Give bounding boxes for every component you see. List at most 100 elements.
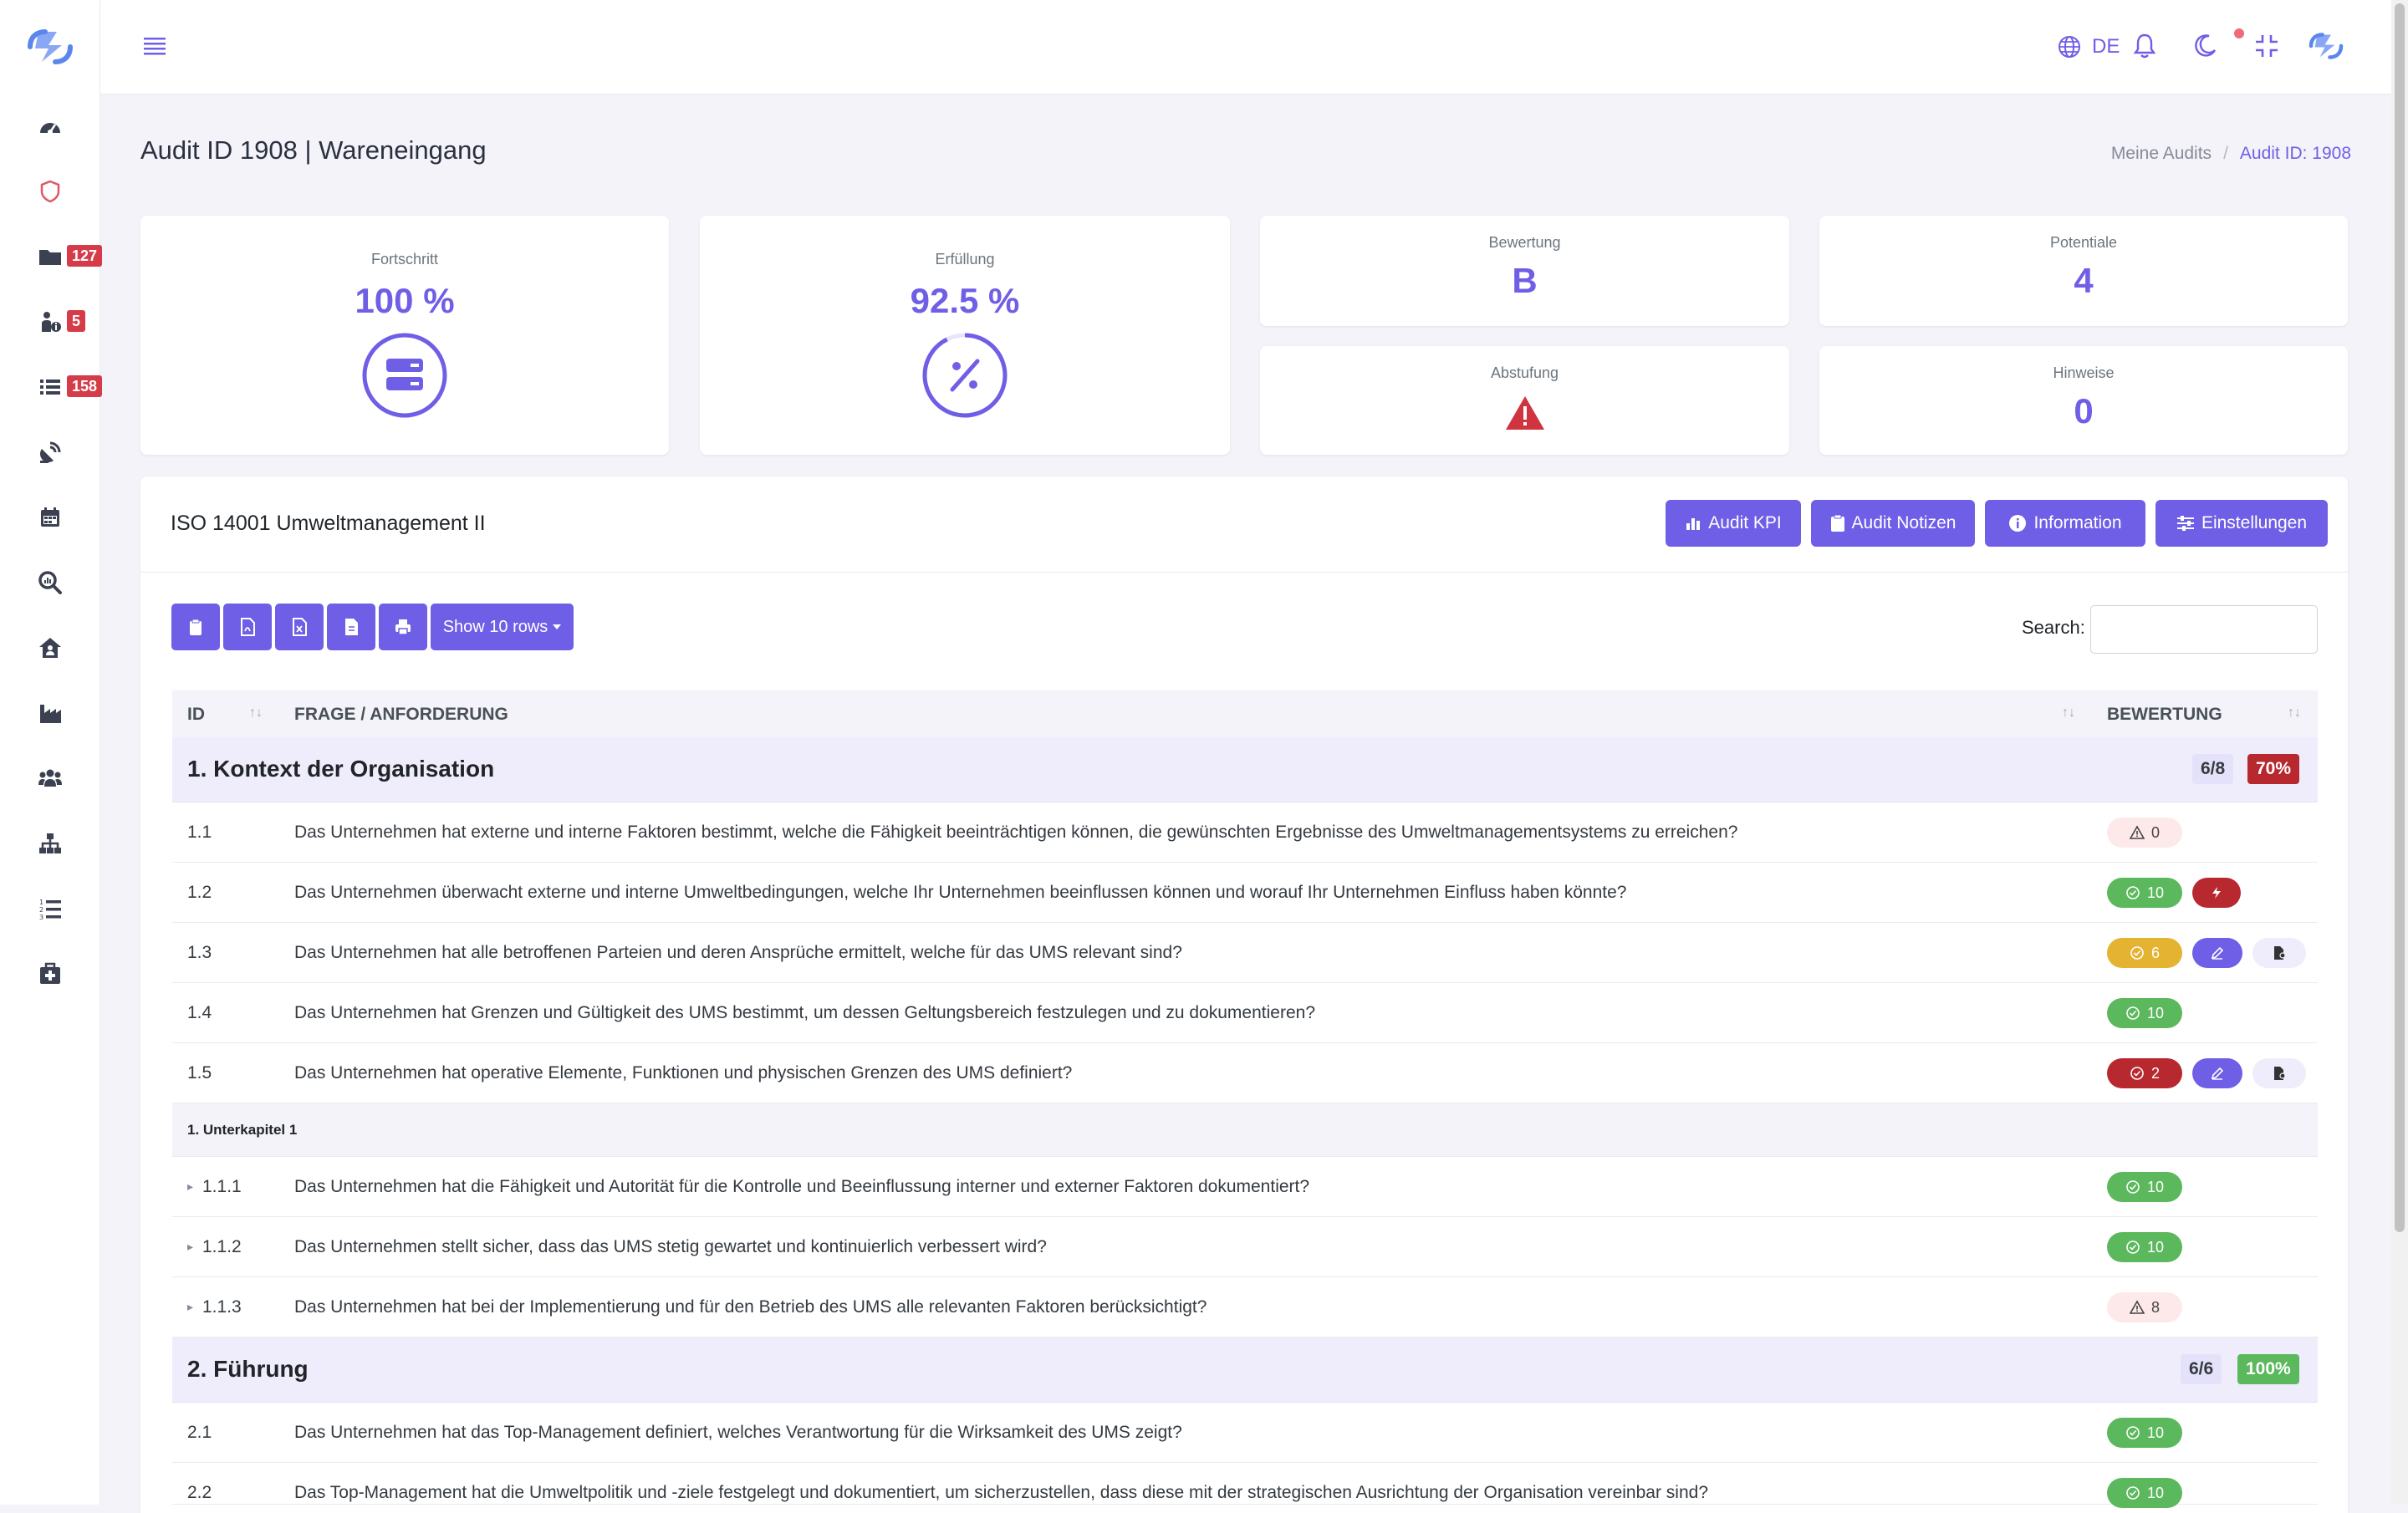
score-pill-success[interactable]: 10	[2107, 1232, 2182, 1262]
sidebar-item-dashboard[interactable]	[0, 101, 100, 151]
notification-bell-icon[interactable]	[2129, 30, 2161, 62]
globe-icon	[2059, 36, 2080, 58]
row-question: Das Top-Management hat die Umweltpolitik…	[294, 1483, 1709, 1502]
section-row: 1. Kontext der Organisation 6/8 70%	[172, 737, 2318, 802]
audit-name: ISO 14001 Umweltmanagement II	[171, 512, 486, 535]
row-question: Das Unternehmen hat Grenzen und Gültigke…	[294, 1003, 1315, 1022]
row-id: 1.4	[187, 1003, 212, 1022]
sidebar-item-house[interactable]	[0, 623, 100, 673]
table-row[interactable]: 2.1 Das Unternehmen hat das Top-Manageme…	[172, 1403, 2318, 1463]
score-pill-success[interactable]: 10	[2107, 1418, 2182, 1448]
score-pill-warning[interactable]: 0	[2107, 818, 2182, 848]
sidebar-item-sitemap[interactable]	[0, 818, 100, 869]
einstellungen-button[interactable]: Einstellungen	[2155, 500, 2328, 547]
audit-kpi-label: Audit KPI	[1708, 513, 1782, 532]
sidebar-item-industry[interactable]	[0, 688, 100, 738]
subchapter-row: 1. Unterkapitel 1	[172, 1103, 2318, 1157]
expand-caret-icon[interactable]: ▸	[187, 1179, 193, 1194]
table-row[interactable]: ▸ 1.1.3 Das Unternehmen hat bei der Impl…	[172, 1277, 2318, 1337]
stat-value-fortschritt: 100 %	[355, 281, 455, 320]
menu-toggle-icon[interactable]	[142, 33, 169, 59]
row-id: 2.1	[187, 1423, 212, 1442]
row-id: 1.1.3	[202, 1297, 242, 1317]
export-csv-button[interactable]	[327, 604, 375, 650]
sidebar-item-satellite[interactable]	[0, 427, 100, 477]
score-pill-success[interactable]: 10	[2107, 1172, 2182, 1202]
file-attachment-button[interactable]	[2252, 1058, 2306, 1088]
satellite-dish-icon	[40, 441, 61, 463]
file-attachment-button[interactable]	[2252, 938, 2306, 968]
sidebar-item-shield[interactable]	[0, 166, 100, 217]
section-fraction-badge: 6/6	[2181, 1354, 2222, 1384]
breadcrumb-parent[interactable]: Meine Audits	[2111, 144, 2212, 164]
table-header: ID ↑↓ FRAGE / ANFORDERUNG ↑↓ BEWERTUNG ↑…	[172, 690, 2318, 737]
row-id: 1.3	[187, 943, 212, 962]
column-header-rating[interactable]: BEWERTUNG	[2107, 705, 2222, 725]
score-pill-partial[interactable]: 6	[2107, 938, 2182, 968]
export-pdf-button[interactable]	[223, 604, 272, 650]
page-title: Audit ID 1908 | Wareneingang	[140, 135, 487, 165]
page-scrollbar-thumb[interactable]	[2395, 3, 2405, 1232]
sort-icon[interactable]: ↑↓	[2062, 706, 2075, 721]
table-row[interactable]: 1.5 Das Unternehmen hat operative Elemen…	[172, 1043, 2318, 1103]
info-circle-icon	[2009, 515, 2027, 532]
score-pill-success[interactable]: 10	[2107, 1478, 2182, 1508]
expand-caret-icon[interactable]: ▸	[187, 1240, 193, 1254]
sidebar-item-first-aid[interactable]	[0, 949, 100, 999]
sliders-icon	[2176, 516, 2194, 531]
svg-text:3: 3	[39, 914, 43, 921]
check-circle-icon	[2126, 1240, 2140, 1254]
users-icon	[38, 769, 62, 787]
score-value: 0	[2150, 823, 2160, 841]
sidebar-item-folder[interactable]: 127	[0, 232, 103, 282]
section-title: 1. Kontext der Organisation	[187, 756, 495, 782]
sort-icon[interactable]: ↑↓	[249, 706, 263, 721]
fullscreen-exit-icon[interactable]	[2251, 30, 2283, 62]
house-user-icon	[39, 638, 61, 658]
column-header-question[interactable]: FRAGE / ANFORDERUNG	[294, 705, 508, 725]
score-pill-warning[interactable]: 8	[2107, 1292, 2182, 1322]
edit-note-button[interactable]	[2192, 1058, 2242, 1088]
table-row[interactable]: 1.1 Das Unternehmen hat externe und inte…	[172, 802, 2318, 863]
score-pill-fail[interactable]: 2	[2107, 1058, 2182, 1088]
sidebar-item-list-ol[interactable]: 123	[0, 884, 100, 934]
app-logo[interactable]	[23, 27, 77, 67]
export-excel-button[interactable]	[275, 604, 324, 650]
dashboard-icon	[40, 123, 60, 135]
table-row[interactable]: 1.2 Das Unternehmen überwacht externe un…	[172, 863, 2318, 923]
dark-mode-moon-icon[interactable]	[2189, 30, 2221, 62]
audit-kpi-button[interactable]: Audit KPI	[1666, 500, 1801, 547]
table-row[interactable]: 1.3 Das Unternehmen hat alle betroffenen…	[172, 923, 2318, 983]
search-input[interactable]	[2090, 605, 2318, 654]
sidebar-item-calendar[interactable]	[0, 492, 100, 543]
sidebar-item-users[interactable]	[0, 753, 100, 803]
stat-value-erfuellung: 92.5 %	[910, 281, 1020, 320]
sidebar: 127 5 158 123	[0, 0, 103, 1505]
stat-label-hinweise: Hinweise	[2053, 364, 2115, 381]
print-button[interactable]	[379, 604, 427, 650]
copy-button[interactable]	[171, 604, 220, 650]
information-button[interactable]: Information	[1985, 500, 2145, 547]
score-pill-success[interactable]: 10	[2107, 878, 2182, 908]
user-avatar-logo[interactable]	[2306, 30, 2346, 62]
row-question: Das Unternehmen überwacht externe und in…	[294, 883, 1627, 902]
sidebar-item-search[interactable]	[0, 558, 100, 608]
table-row[interactable]: 2.2 Das Top-Management hat die Umweltpol…	[172, 1463, 2318, 1508]
flash-action-button[interactable]	[2192, 878, 2241, 908]
table-row[interactable]: ▸ 1.1.1 Das Unternehmen hat die Fähigkei…	[172, 1157, 2318, 1217]
table-row[interactable]: 1.4 Das Unternehmen hat Grenzen und Gült…	[172, 983, 2318, 1043]
expand-caret-icon[interactable]: ▸	[187, 1300, 193, 1314]
audit-notizen-button[interactable]: Audit Notizen	[1811, 500, 1975, 547]
table-row[interactable]: ▸ 1.1.2 Das Unternehmen stellt sicher, d…	[172, 1217, 2318, 1277]
language-selector[interactable]: DE	[2057, 32, 2120, 62]
edit-note-button[interactable]	[2192, 938, 2242, 968]
sidebar-item-person[interactable]: 5	[0, 297, 100, 347]
section-title: 2. Führung	[187, 1356, 309, 1382]
score-pill-success[interactable]: 10	[2107, 998, 2182, 1028]
sort-icon[interactable]: ↑↓	[2288, 706, 2301, 721]
language-label: DE	[2092, 35, 2120, 58]
sidebar-item-list[interactable]: 158	[0, 362, 103, 412]
column-header-id[interactable]: ID	[187, 705, 205, 725]
industry-icon	[40, 705, 61, 723]
show-rows-dropdown[interactable]: Show 10 rows	[431, 604, 574, 650]
